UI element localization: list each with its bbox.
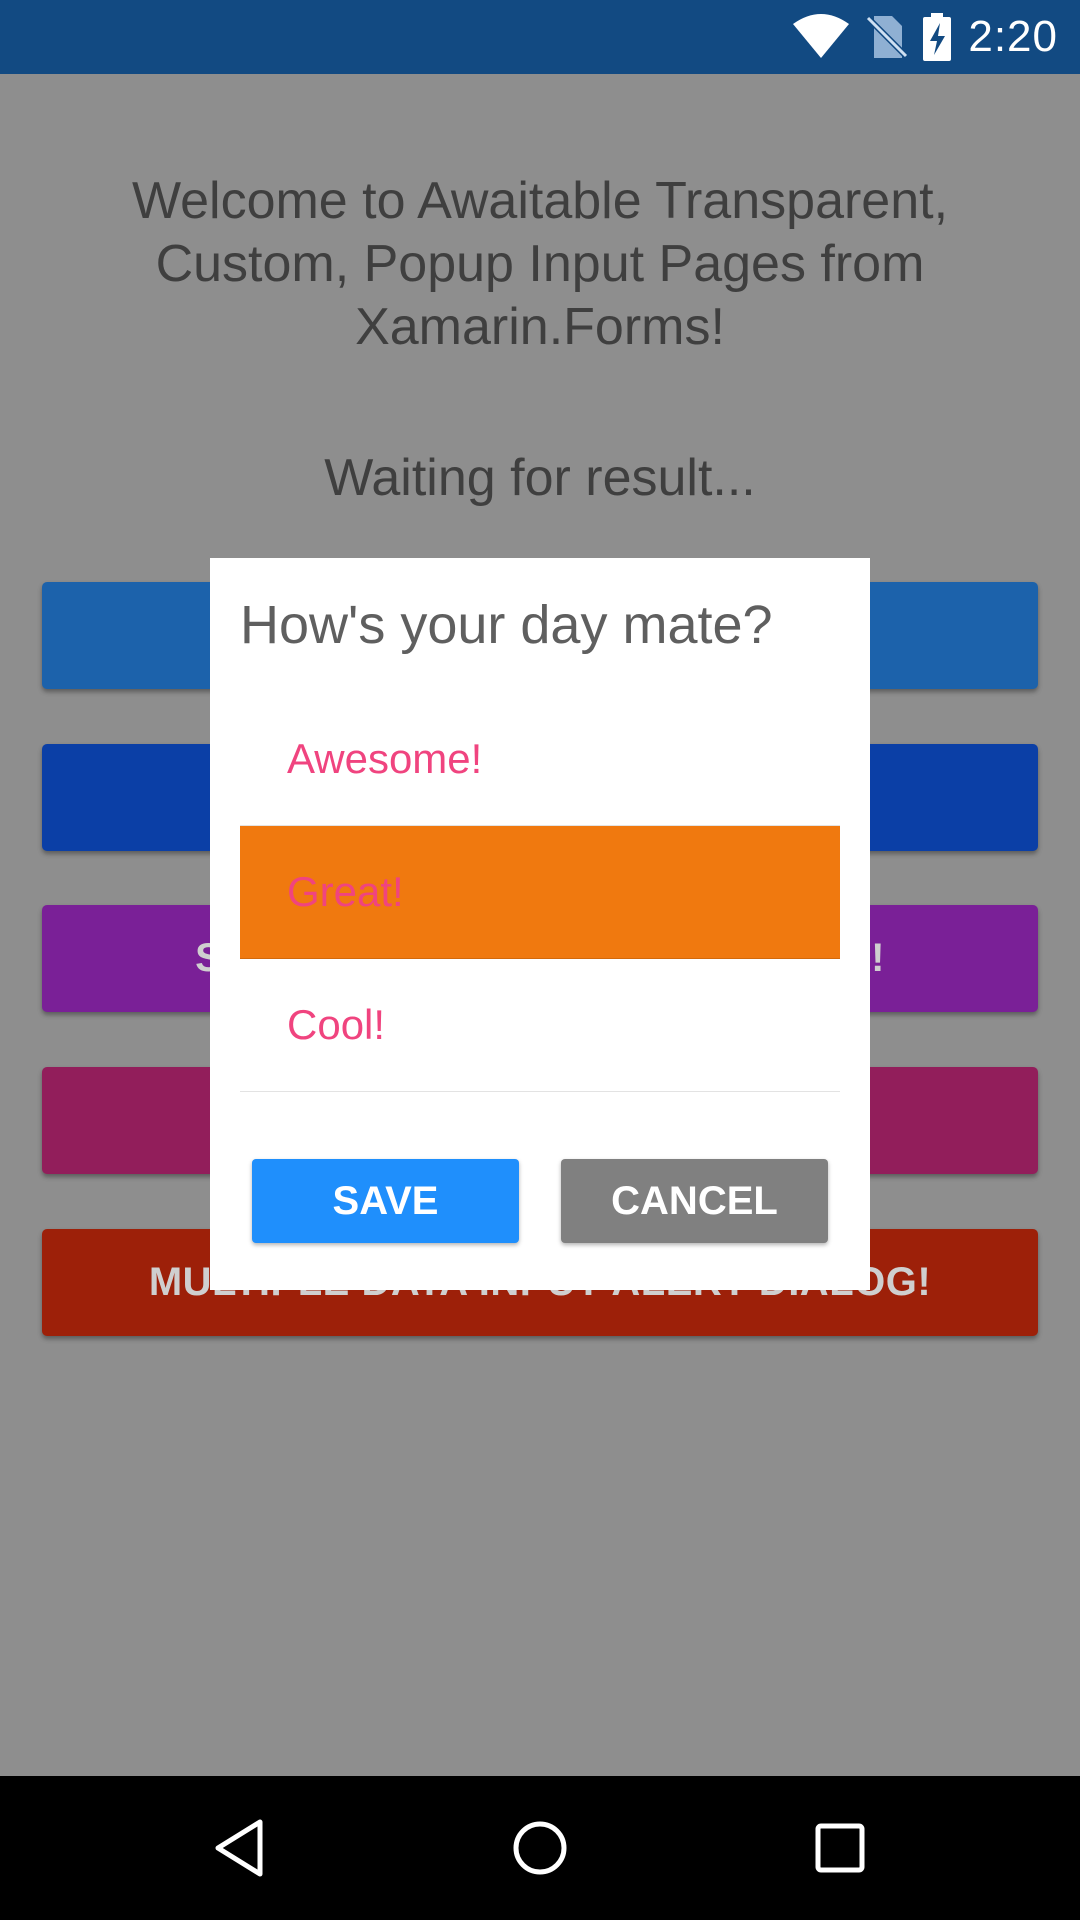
dialog-title: How's your day mate? — [240, 595, 773, 655]
result-text: Waiting for result... — [324, 449, 756, 507]
option-label: Cool! — [287, 1001, 386, 1048]
option-item[interactable]: Awesome! — [240, 693, 840, 826]
options-list[interactable]: Awesome! Great! Cool! — [240, 693, 840, 1153]
no-sim-icon — [866, 15, 909, 59]
battery-charging-icon — [923, 13, 952, 61]
save-button[interactable]: SAVE — [252, 1159, 519, 1243]
option-label: Great! — [287, 868, 404, 915]
navigation-bar — [0, 1776, 1080, 1920]
cancel-button[interactable]: CANCEL — [561, 1159, 828, 1243]
wifi-icon — [793, 14, 850, 58]
home-icon[interactable] — [508, 1816, 572, 1880]
status-time: 2:20 — [968, 12, 1058, 61]
back-icon[interactable] — [208, 1816, 272, 1880]
status-icons: 2:20 — [792, 0, 1058, 74]
welcome-text: Welcome to Awaitable Transparent, Custom… — [131, 172, 949, 356]
option-item-selected[interactable]: Great! — [240, 826, 840, 959]
selection-dialog: How's your day mate? Awesome! Great! Coo… — [210, 558, 870, 1290]
option-label: Awesome! — [287, 735, 483, 782]
recents-icon[interactable] — [808, 1816, 872, 1880]
option-item[interactable]: Cool! — [240, 959, 840, 1092]
status-bar: 2:20 — [0, 0, 1080, 74]
